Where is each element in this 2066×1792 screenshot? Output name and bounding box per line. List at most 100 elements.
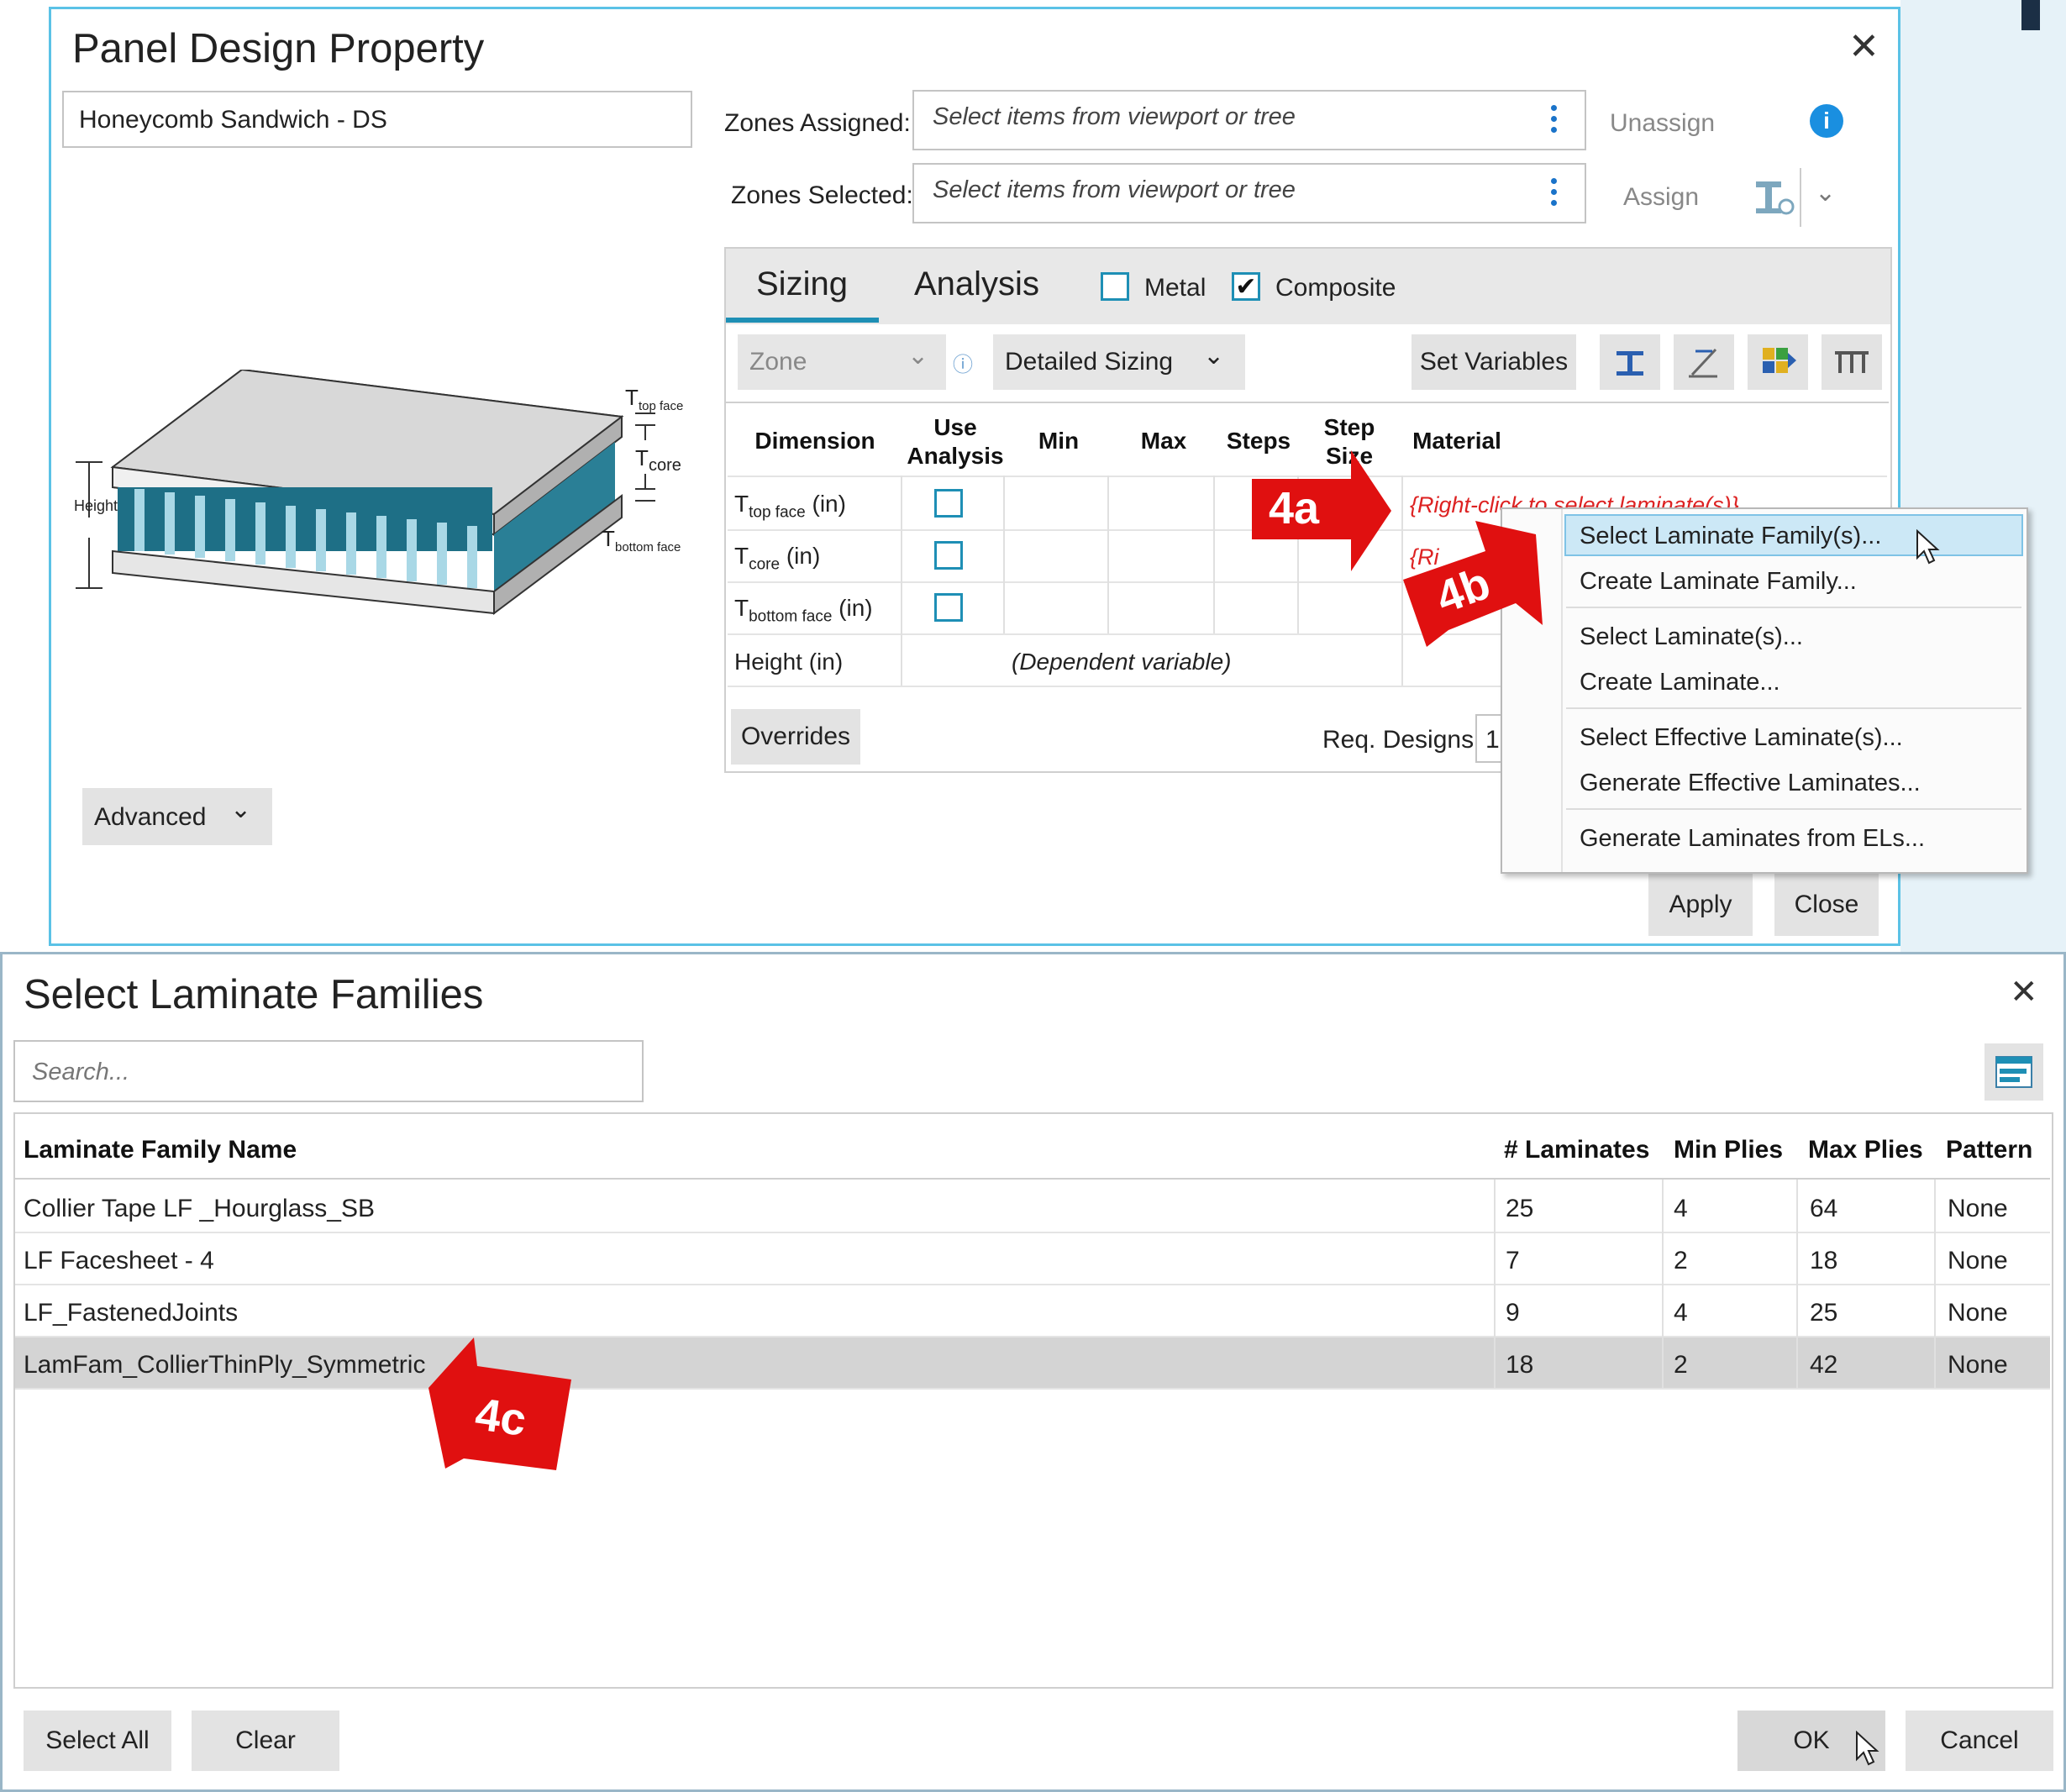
select-all-button[interactable]: Select All — [24, 1711, 171, 1771]
columns-icon[interactable] — [1822, 334, 1882, 390]
menu-select-laminate-family[interactable]: Select Laminate Family(s)... — [1580, 523, 1881, 550]
use-label: Use — [933, 414, 977, 440]
column-dimension: Dimension — [754, 428, 875, 454]
column-chooser-icon[interactable] — [1985, 1043, 2043, 1101]
mouse-cursor-icon — [1856, 1731, 1879, 1766]
close-button[interactable]: Close — [1774, 874, 1879, 936]
col-divider — [1494, 1180, 1496, 1388]
metal-label: Metal — [1144, 274, 1206, 302]
menu-create-laminate-family[interactable]: Create Laminate Family... — [1580, 568, 1857, 596]
label-t: T — [635, 445, 649, 470]
cell-min-plies: 4 — [1674, 1299, 1688, 1327]
use-analysis-checkbox[interactable] — [934, 593, 963, 622]
zone-dropdown[interactable]: Zone ⌄ — [738, 334, 946, 390]
set-variables-button[interactable]: Set Variables — [1412, 334, 1576, 390]
menu-create-laminate[interactable]: Create Laminate... — [1580, 669, 1780, 696]
table-top-border — [726, 402, 1889, 403]
dim-main: T — [734, 595, 749, 621]
row-t-top-face: Ttop face (in) — [734, 491, 846, 523]
unassign-button[interactable]: Unassign — [1610, 109, 1715, 138]
honeycomb-sandwich-diagram: Height T top face T core T bottom face — [74, 370, 683, 615]
kebab-menu-icon[interactable] — [1551, 178, 1559, 211]
divider — [1800, 168, 1801, 227]
menu-generate-laminates-from-els[interactable]: Generate Laminates from ELs... — [1580, 825, 1925, 853]
col-divider — [901, 476, 902, 686]
tab-analysis[interactable]: Analysis — [914, 265, 1039, 303]
menu-separator — [1566, 808, 2021, 810]
tab-sizing[interactable]: Sizing — [756, 265, 848, 303]
use-analysis-checkbox[interactable] — [934, 541, 963, 570]
zones-selected-placeholder: Select items from viewport or tree — [933, 176, 1296, 203]
callout-4a: 4a — [1269, 483, 1320, 533]
dialog-title: Select Laminate Families — [24, 972, 484, 1017]
dim-unit: (in) — [805, 491, 846, 517]
cell-laminates: 7 — [1506, 1247, 1520, 1274]
property-name-value: Honeycomb Sandwich - DS — [79, 106, 387, 134]
chevron-down-icon[interactable]: ⌄ — [1815, 178, 1836, 208]
column-laminate-family-name[interactable]: Laminate Family Name — [24, 1136, 297, 1164]
cancel-button[interactable]: Cancel — [1906, 1711, 2053, 1771]
cell-name: Collier Tape LF _Hourglass_SB — [24, 1195, 375, 1222]
row-t-core: Tcore (in) — [734, 543, 820, 575]
col-divider — [1003, 476, 1005, 633]
column-min-plies[interactable]: Min Plies — [1674, 1136, 1783, 1164]
cell-min-plies: 2 — [1674, 1247, 1688, 1274]
column-max-plies[interactable]: Max Plies — [1808, 1136, 1923, 1164]
sizing-mode-dropdown[interactable]: Detailed Sizing ⌄ — [993, 334, 1245, 390]
property-name-field[interactable]: Honeycomb Sandwich - DS — [62, 91, 692, 148]
cell-name: LamFam_CollierThinPly_Symmetric — [24, 1351, 426, 1379]
slope-tool-icon[interactable] — [1674, 334, 1734, 390]
header-divider — [15, 1178, 2050, 1180]
sizing-mode-value: Detailed Sizing — [1005, 348, 1174, 376]
info-icon[interactable]: i — [1810, 104, 1843, 138]
column-pattern[interactable]: Pattern — [1946, 1136, 2032, 1164]
menu-select-laminates[interactable]: Select Laminate(s)... — [1580, 623, 1803, 651]
info-hint-icon[interactable]: ⓘ — [953, 348, 973, 377]
mouse-cursor-icon — [1916, 529, 1940, 565]
cell-laminates: 18 — [1506, 1351, 1534, 1379]
chevron-down-icon: ⌄ — [230, 796, 252, 823]
composite-checkbox[interactable]: ✔ — [1232, 272, 1260, 301]
cell-max-plies: 42 — [1810, 1351, 1838, 1379]
column-min: Min — [1038, 428, 1080, 454]
column-material: Material — [1412, 428, 1501, 454]
req-designs-value: 1 — [1485, 726, 1500, 754]
color-map-icon[interactable] — [1748, 334, 1808, 390]
metal-checkbox[interactable] — [1101, 272, 1129, 301]
apply-button[interactable]: Apply — [1648, 874, 1753, 936]
col-divider — [1107, 476, 1109, 633]
cell-pattern: None — [1948, 1299, 2008, 1327]
overrides-button[interactable]: Overrides — [731, 709, 860, 765]
assign-tool-icon[interactable] — [1754, 176, 1796, 215]
use-analysis-checkbox[interactable] — [934, 489, 963, 518]
close-icon[interactable]: ✕ — [2010, 973, 2038, 1012]
dim-unit: (in) — [780, 543, 821, 569]
zones-assigned-input[interactable]: Select items from viewport or tree — [912, 90, 1586, 150]
menu-generate-effective-laminates[interactable]: Generate Effective Laminates... — [1580, 770, 1921, 797]
cell-max-plies: 18 — [1810, 1247, 1838, 1274]
clear-button[interactable]: Clear — [192, 1711, 339, 1771]
menu-select-effective-laminates[interactable]: Select Effective Laminate(s)... — [1580, 724, 1903, 752]
cell-max-plies: 64 — [1810, 1195, 1838, 1222]
menu-separator — [1566, 607, 2021, 608]
close-icon[interactable]: ✕ — [1848, 25, 1879, 68]
ibeam-icon[interactable] — [1600, 334, 1660, 390]
cell-laminates: 9 — [1506, 1299, 1520, 1327]
chevron-down-icon: ⌄ — [907, 342, 929, 370]
search-input[interactable]: Search... — [13, 1040, 644, 1102]
dim-sub: top face — [749, 503, 806, 522]
zones-selected-label: Zones Selected: — [731, 181, 913, 209]
cell-pattern: None — [1948, 1247, 2008, 1274]
assign-button[interactable]: Assign — [1623, 183, 1699, 212]
col-divider — [1662, 1180, 1664, 1388]
zones-assigned-label: Zones Assigned: — [724, 109, 911, 137]
label-bottom-face: bottom face — [615, 540, 681, 554]
label-t: T — [602, 526, 615, 551]
zones-selected-input[interactable]: Select items from viewport or tree — [912, 163, 1586, 223]
kebab-menu-icon[interactable] — [1551, 105, 1559, 138]
cell-pattern: None — [1948, 1351, 2008, 1379]
column-laminates[interactable]: # Laminates — [1504, 1136, 1649, 1164]
row-divider — [15, 1336, 2050, 1337]
dim-sub: bottom face — [749, 607, 833, 626]
advanced-dropdown[interactable]: Advanced ⌄ — [82, 788, 272, 845]
